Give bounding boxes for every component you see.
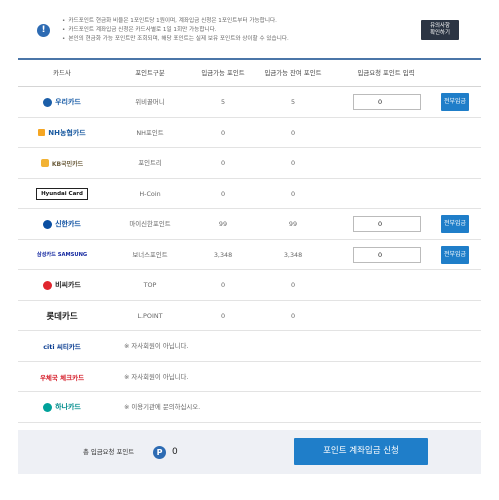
lotte-card-logo: 롯데카드 — [18, 301, 106, 331]
table-row: 삼성카드 SAMSUNG 보너스포인트 3,348 3,348 전부입금 — [18, 240, 481, 270]
samsung-card-logo: 삼성카드 SAMSUNG — [18, 240, 106, 270]
table-row: 신한카드 마이신한포인트 99 99 전부입금 — [18, 209, 481, 240]
deposit-all-button[interactable]: 전부입금 — [441, 93, 469, 111]
available-points: 3,348 — [213, 250, 233, 259]
woori-logo-icon — [43, 97, 53, 107]
point-type: L.POINT — [137, 311, 163, 320]
nh-card-logo: NH농협카드 — [18, 118, 106, 148]
hana-logo-icon — [43, 402, 53, 412]
submit-deposit-button[interactable]: 포인트 계좌입금 신청 — [294, 438, 428, 465]
available-points: 0 — [220, 128, 226, 137]
card-name: 신한카드 — [55, 220, 81, 228]
woori-card-logo: 우리카드 — [18, 87, 106, 117]
member-note: ※ 이용기관에 문의하십시오. — [124, 403, 201, 411]
table-row: Hyundai Card H-Coin 0 0 — [18, 179, 481, 209]
notice-list: 카드포인트 현금화 비율은 1포인트당 1원이며, 계좌입금 신청은 1포인트부… — [62, 17, 289, 44]
header-available: 입금가능 포인트 — [201, 69, 245, 77]
bc-card-logo: 비씨카드 — [18, 270, 106, 300]
total-request-label: 총 입금요청 포인트 — [83, 448, 135, 456]
table-row: NH농협카드 NH포인트 0 0 — [18, 118, 481, 148]
balance-points: 5 — [290, 98, 296, 106]
header-card: 카드사 — [53, 69, 71, 77]
kb-card-logo: KB국민카드 — [18, 148, 106, 178]
card-name: 롯데카드 — [46, 311, 78, 322]
header-request: 입금요청 포인트 입력 — [357, 69, 415, 77]
card-name: Hyundai Card — [36, 187, 88, 200]
notice-line: 카드포인트 계좌입금 신청은 카드사별로 1일 1회만 가능합니다. — [62, 26, 289, 35]
nh-logo-icon — [38, 129, 46, 136]
header-point-type: 포인트구분 — [135, 69, 165, 77]
balance-points: 99 — [288, 220, 298, 228]
balance-points: 0 — [290, 281, 296, 289]
table-header: 카드사 포인트구분 입금가능 포인트 입금가능 잔여 포인트 입금요청 포인트 … — [18, 60, 481, 87]
hyundai-card-logo: Hyundai Card — [18, 179, 106, 209]
precautions-button-line2: 확인하기 — [430, 30, 450, 36]
request-point-input[interactable] — [353, 216, 421, 232]
balance-points: 0 — [290, 159, 296, 167]
table-row: 우리카드 위비꿀머니 5 5 전부입금 — [18, 87, 481, 118]
card-name: KB국민카드 — [51, 160, 84, 168]
table-row: 롯데카드 L.POINT 0 0 — [18, 301, 481, 331]
point-type: H-Coin — [139, 189, 161, 198]
card-point-table: 카드사 포인트구분 입금가능 포인트 입금가능 잔여 포인트 입금요청 포인트 … — [18, 58, 481, 423]
card-name: 삼성카드 SAMSUNG — [36, 252, 88, 258]
deposit-all-button[interactable]: 전부입금 — [441, 245, 469, 264]
bc-logo-icon — [43, 280, 53, 290]
precautions-button[interactable]: 유의사항 확인하기 — [421, 20, 459, 40]
point-type: TOP — [143, 281, 157, 289]
notice-line: 본인의 현금화 가능 포인트만 조회되며, 해당 포인트는 실제 보유 포인트와… — [62, 35, 288, 44]
available-points: 5 — [220, 98, 226, 106]
balance-points: 3,348 — [283, 250, 303, 259]
post-check-card-logo: 우체국 체크카드 — [18, 362, 106, 392]
card-name: NH농협카드 — [48, 128, 86, 137]
available-points: 99 — [218, 220, 228, 228]
member-note: ※ 자사회원이 아닙니다. — [124, 372, 189, 381]
request-point-input[interactable] — [353, 94, 421, 110]
shinhan-card-logo: 신한카드 — [18, 209, 106, 239]
available-points: 0 — [220, 159, 226, 167]
point-p-icon: P — [153, 446, 166, 459]
available-points: 0 — [220, 189, 226, 198]
card-name: 하나카드 — [55, 403, 81, 411]
card-name: 우리카드 — [55, 98, 81, 106]
table-row: 우체국 체크카드 ※ 자사회원이 아닙니다. — [18, 362, 481, 392]
precautions-button-line1: 유의사항 — [430, 23, 450, 29]
card-name: citi 씨티카드 — [43, 343, 81, 351]
point-type: 위비꿀머니 — [135, 98, 165, 106]
point-type: 보너스포인트 — [132, 250, 168, 259]
balance-points: 0 — [290, 189, 296, 198]
notice-line: 카드포인트 현금화 비율은 1포인트당 1원이며, 계좌입금 신청은 1포인트부… — [62, 17, 289, 26]
card-name: 우체국 체크카드 — [39, 373, 85, 382]
table-row: 비씨카드 TOP 0 0 — [18, 270, 481, 301]
point-type: 마이신한포인트 — [129, 220, 171, 228]
point-type: NH포인트 — [136, 128, 164, 137]
balance-points: 0 — [290, 128, 296, 137]
total-request-points: 0 — [172, 447, 178, 457]
kb-star-icon — [40, 159, 49, 167]
deposit-all-button[interactable]: 전부입금 — [441, 215, 469, 233]
member-note: ※ 자사회원이 아닙니다. — [124, 342, 189, 350]
hana-card-logo: 하나카드 — [18, 392, 106, 422]
table-row: citi 씨티카드 ※ 자사회원이 아닙니다. — [18, 331, 481, 362]
citi-card-logo: citi 씨티카드 — [18, 331, 106, 361]
table-row: KB국민카드 포인트리 0 0 — [18, 148, 481, 179]
shinhan-logo-icon — [43, 219, 53, 229]
point-type: 포인트리 — [138, 159, 162, 167]
request-point-input[interactable] — [353, 246, 421, 263]
table-row: 하나카드 ※ 이용기관에 문의하십시오. — [18, 392, 481, 423]
available-points: 0 — [220, 281, 226, 289]
total-summary-bar: 총 입금요청 포인트 P 0 포인트 계좌입금 신청 — [18, 430, 481, 474]
info-icon: ! — [37, 24, 50, 37]
card-name: 비씨카드 — [55, 281, 81, 289]
balance-points: 0 — [290, 311, 296, 320]
available-points: 0 — [220, 311, 226, 320]
header-balance: 입금가능 잔여 포인트 — [264, 69, 322, 77]
